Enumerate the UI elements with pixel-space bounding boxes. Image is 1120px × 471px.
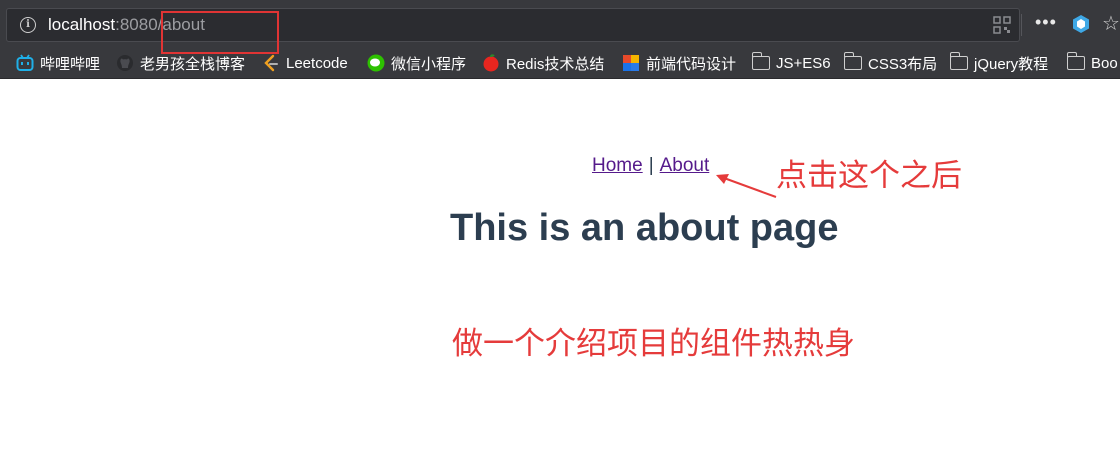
router-nav: Home | About bbox=[592, 155, 709, 177]
home-link[interactable]: Home bbox=[592, 155, 643, 176]
url-highlight-box bbox=[161, 11, 279, 54]
more-options-icon[interactable]: ••• bbox=[1035, 12, 1057, 33]
annotation-intro-note: 做一个介绍项目的组件热热身 bbox=[452, 326, 855, 362]
bookmark-folder-jquery[interactable]: jQuery教程 bbox=[949, 52, 1049, 73]
bookmark-label: Boo bbox=[1091, 54, 1118, 72]
bookmark-label: JS+ES6 bbox=[776, 54, 831, 72]
leetcode-icon bbox=[264, 54, 278, 72]
address-bar[interactable]: i localhost:8080/about bbox=[6, 8, 1020, 42]
extension-cube-icon[interactable] bbox=[1071, 14, 1091, 34]
bookmark-star-icon[interactable]: ☆ bbox=[1102, 11, 1120, 36]
about-link[interactable]: About bbox=[660, 155, 710, 176]
toolbar-divider bbox=[1021, 14, 1022, 36]
url-port: :8080 bbox=[115, 15, 158, 34]
bookmark-label: 老男孩全栈博客 bbox=[140, 55, 246, 73]
bookmark-label: jQuery教程 bbox=[974, 55, 1049, 73]
bookmark-folder-js[interactable]: JS+ES6 bbox=[751, 52, 831, 73]
bookmark-frontend-design[interactable]: 前端代码设计 bbox=[622, 53, 736, 73]
bookmark-label: Redis技术总结 bbox=[506, 55, 605, 73]
bookmark-leetcode[interactable]: Leetcode bbox=[262, 53, 348, 73]
bookmark-label: 微信小程序 bbox=[391, 55, 467, 73]
bookmark-label: Leetcode bbox=[286, 54, 348, 72]
bookmark-redis[interactable]: Redis技术总结 bbox=[482, 53, 604, 73]
folder-icon bbox=[949, 52, 968, 70]
bookmark-label: CSS3布局 bbox=[868, 55, 938, 73]
wechat-icon bbox=[367, 54, 385, 72]
bookmark-folder-css3[interactable]: CSS3布局 bbox=[843, 52, 938, 73]
folder-icon bbox=[843, 52, 862, 70]
url-host: localhost bbox=[48, 15, 116, 34]
folder-icon bbox=[1066, 52, 1085, 70]
github-icon bbox=[117, 55, 133, 71]
nav-separator: | bbox=[648, 155, 654, 176]
bilibili-icon bbox=[16, 54, 34, 71]
bookmark-label: 前端代码设计 bbox=[646, 55, 737, 73]
bookmark-label: 哔哩哔哩 bbox=[40, 55, 101, 73]
bookmark-wechat[interactable]: 微信小程序 bbox=[367, 53, 466, 73]
annotation-click-note: 点击这个之后 bbox=[776, 158, 962, 194]
colorful-blocks-icon bbox=[623, 55, 639, 71]
bookmark-folder-boo[interactable]: Boo bbox=[1066, 52, 1118, 73]
qr-code-icon[interactable] bbox=[993, 16, 1011, 34]
redis-icon bbox=[483, 54, 499, 72]
info-icon[interactable]: i bbox=[20, 17, 36, 33]
folder-icon bbox=[751, 52, 770, 70]
page-heading: This is an about page bbox=[450, 207, 839, 249]
bookmark-bilibili[interactable]: 哔哩哔哩 bbox=[16, 53, 100, 73]
bookmark-blog[interactable]: 老男孩全栈博客 bbox=[116, 53, 245, 73]
